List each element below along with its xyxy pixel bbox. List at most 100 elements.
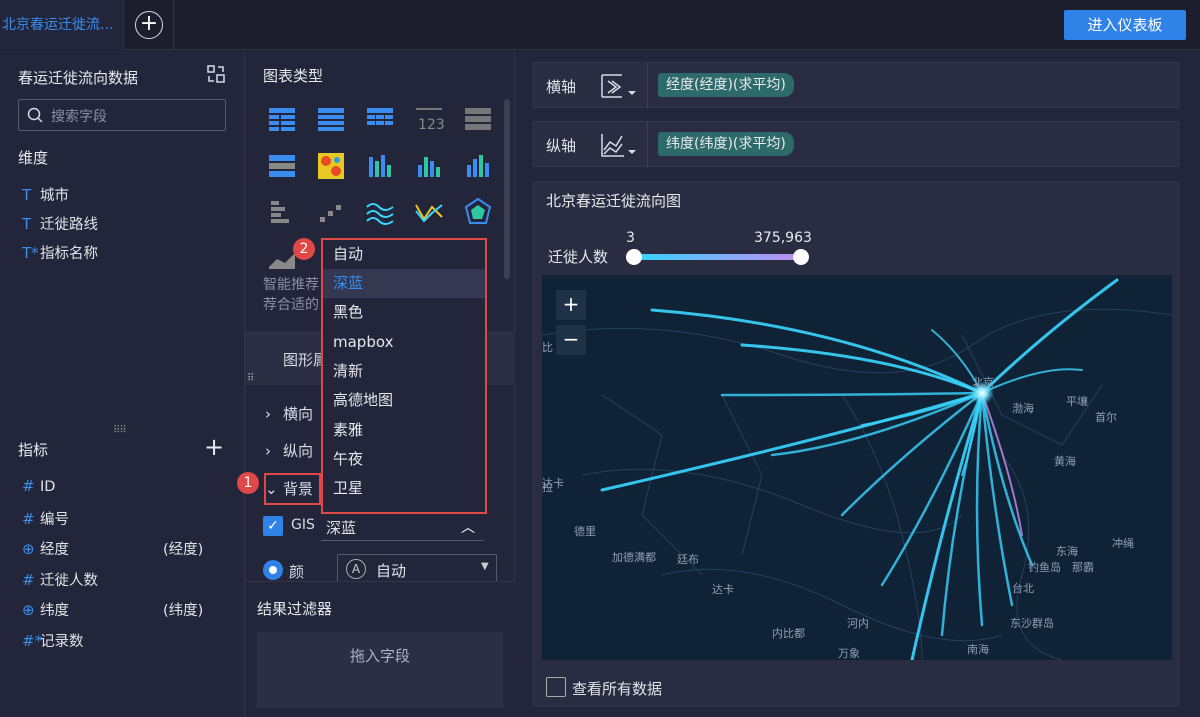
- drag-handle-icon[interactable]: ⠿: [247, 373, 254, 384]
- map-label: 东沙群岛: [1010, 617, 1054, 630]
- divider: [647, 122, 648, 168]
- smart-recommend-text: 智能推荐 荐合适的: [263, 277, 319, 313]
- legend-max-handle[interactable]: [793, 249, 809, 265]
- add-tab-button[interactable]: +: [124, 0, 174, 50]
- metric-field-record-count[interactable]: #*记录数: [22, 630, 84, 652]
- dropdown-option-fresh[interactable]: 清新: [323, 357, 485, 386]
- dropdown-option-mapbox[interactable]: mapbox: [323, 328, 485, 357]
- y-axis-label: 纵轴: [546, 137, 577, 155]
- chevron-right-icon: ›: [265, 405, 271, 423]
- map-label: 渤海: [1012, 402, 1034, 415]
- metric-field-latitude[interactable]: ⊕ 纬度 (纬度): [22, 599, 203, 621]
- cross-table-icon[interactable]: [316, 104, 346, 134]
- zoom-out-button[interactable]: −: [556, 325, 586, 355]
- panel-splitter-handle[interactable]: ⠿⠿: [113, 425, 127, 436]
- globe-icon: ⊕: [22, 601, 35, 619]
- color-radio[interactable]: [263, 560, 283, 580]
- heatmap-icon[interactable]: [316, 151, 346, 181]
- search-field-input[interactable]: 搜索字段: [18, 99, 226, 131]
- chart-panel: 北京春运迁徙流向图 3 375,963 迁徙人数 北京 渤海 平壤 首尔 黄海 …: [533, 181, 1179, 707]
- map-label: 钓鱼岛: [1028, 561, 1061, 574]
- map-label: 拉: [542, 481, 553, 494]
- highlight-box-background: [264, 473, 321, 505]
- range-table-icon[interactable]: [267, 151, 297, 181]
- bar-chart-icon[interactable]: [414, 151, 444, 181]
- detail-table-icon[interactable]: [365, 104, 395, 134]
- map-borders: [542, 308, 1172, 660]
- column-chart-icon[interactable]: [463, 151, 493, 181]
- map-label: 平壤: [1066, 395, 1088, 408]
- legend-gradient-bar: [633, 254, 801, 260]
- map-label: 德里: [574, 525, 596, 538]
- metric-field-number[interactable]: # 编号: [22, 508, 69, 530]
- y-axis-type-icon[interactable]: [598, 130, 638, 160]
- view-all-data-checkbox[interactable]: [546, 677, 566, 697]
- dropdown-option-midnight[interactable]: 午夜: [323, 445, 485, 474]
- gis-checkbox[interactable]: ✓: [263, 516, 283, 536]
- map-label: 台北: [1012, 582, 1034, 595]
- number-type-icon: #: [22, 477, 35, 495]
- metric-field-migrants[interactable]: # 迁徙人数: [22, 569, 98, 591]
- stacked-bar-icon[interactable]: [267, 197, 297, 227]
- caret-down-icon: ▼: [481, 561, 489, 572]
- tab-report[interactable]: 北京春运迁徙流...: [0, 0, 124, 50]
- map-label: 内比都: [772, 627, 805, 640]
- map-label: 达卡: [712, 583, 734, 596]
- gis-label: GIS: [291, 517, 315, 533]
- dropdown-option-satellite[interactable]: 卫星: [323, 474, 485, 503]
- x-axis-row: 横轴 经度(经度)(求平均): [533, 62, 1179, 109]
- chart-type-scrollbar[interactable]: [504, 99, 510, 279]
- dimension-field-city[interactable]: T 城市: [22, 184, 69, 206]
- chart-type-title: 图表类型: [263, 67, 324, 85]
- dropdown-option-auto[interactable]: 自动: [323, 240, 485, 269]
- search-placeholder: 搜索字段: [51, 109, 107, 125]
- grouped-bar-icon[interactable]: [365, 151, 395, 181]
- table-chart-icon[interactable]: [267, 104, 297, 134]
- dropdown-option-deep-blue[interactable]: 深蓝: [323, 269, 485, 298]
- switch-dataset-icon[interactable]: [206, 64, 226, 84]
- y-axis-field-pill[interactable]: 纬度(纬度)(求平均): [658, 132, 794, 156]
- dropdown-option-black[interactable]: 黑色: [323, 298, 485, 327]
- chevron-right-icon: ›: [265, 442, 271, 460]
- scatter-icon[interactable]: [316, 197, 346, 227]
- dimension-field-route[interactable]: T 迁徙路线: [22, 213, 98, 235]
- x-axis-field-pill[interactable]: 经度(经度)(求平均): [658, 73, 794, 97]
- x-axis-label: 横轴: [546, 78, 577, 96]
- map-label: 万象: [838, 647, 860, 660]
- metric-field-id[interactable]: # ID: [22, 477, 55, 499]
- dropdown-option-elegant[interactable]: 素雅: [323, 416, 485, 445]
- radar-chart-icon[interactable]: [463, 197, 493, 227]
- add-metric-icon[interactable]: +: [204, 435, 224, 459]
- map-label: 河内: [847, 617, 869, 630]
- number-type-icon: #: [22, 510, 35, 528]
- auto-color-icon: A: [346, 559, 366, 579]
- zoom-in-button[interactable]: +: [556, 290, 586, 320]
- dropdown-option-amap[interactable]: 高德地图: [323, 386, 485, 415]
- map-label: 首尔: [1095, 411, 1117, 424]
- metric-field-longitude[interactable]: ⊕ 经度 (经度): [22, 538, 203, 560]
- annotation-badge-2: 2: [293, 238, 315, 260]
- flow-map[interactable]: 北京 渤海 平壤 首尔 黄海 东海 达卡 德里 加德满都 廷布 达卡 内比都 河…: [542, 275, 1172, 660]
- dimension-field-metric-name[interactable]: T*指标名称: [22, 242, 98, 264]
- map-label: 加德满都: [612, 551, 656, 564]
- accordion-y-axis[interactable]: › 纵向: [265, 440, 313, 461]
- enter-dashboard-button[interactable]: 进入仪表板: [1064, 10, 1186, 40]
- accordion-x-axis[interactable]: › 横向: [265, 403, 313, 424]
- color-select[interactable]: A 自动 ▼: [337, 554, 497, 584]
- kpi-card-icon[interactable]: [463, 104, 493, 134]
- chart-preview-panel: 横轴 经度(经度)(求平均) 纵轴 纬度(纬度)(求平均) 北京春运迁徙流向图 …: [515, 51, 1200, 717]
- chevron-up-icon: ︿: [461, 520, 475, 536]
- filter-drop-zone[interactable]: 拖入字段: [257, 632, 503, 708]
- gis-style-select[interactable]: 深蓝 ︿: [321, 513, 484, 541]
- area-chart-icon[interactable]: [414, 197, 444, 227]
- line-chart-icon[interactable]: [365, 197, 395, 227]
- map-label: 那霸: [1072, 561, 1094, 574]
- x-axis-type-icon[interactable]: [598, 71, 638, 101]
- search-icon: [27, 107, 43, 123]
- kpi-number-icon[interactable]: 123: [414, 104, 444, 134]
- legend-min-handle[interactable]: [626, 249, 642, 265]
- map-label: 比: [542, 341, 553, 354]
- data-panel: 春运迁徙流向数据 搜索字段 维度 T 城市 T 迁徙路线 T*指标名称 ⠿⠿ 指标 …: [0, 51, 245, 717]
- svg-text:123: 123: [418, 117, 444, 133]
- text-type-icon: T*: [22, 244, 39, 262]
